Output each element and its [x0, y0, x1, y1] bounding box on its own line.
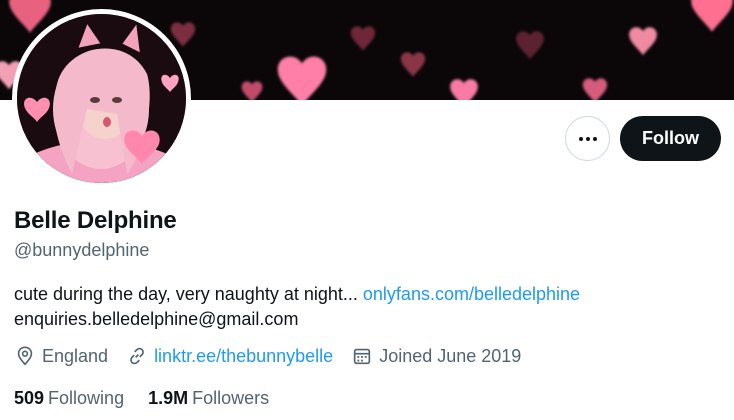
location-item: England: [14, 345, 108, 367]
avatar-image: [17, 14, 186, 183]
followers-count: 1.9M: [148, 388, 189, 408]
more-horizontal-icon-dot2: [585, 136, 590, 141]
more-horizontal-icon: [578, 136, 583, 141]
calendar-icon: [354, 348, 371, 365]
profile-bio: cute during the day, very naughty at nig…: [14, 282, 580, 332]
joined-item: Joined June 2019: [351, 345, 521, 367]
user-handle: @bunnydelphine: [14, 240, 150, 260]
follow-stats: 509 Following 1.9M Followers: [14, 388, 293, 409]
joined-text: Joined June 2019: [379, 345, 522, 366]
display-name: Belle Delphine: [14, 207, 177, 234]
followers-stat[interactable]: 1.9M Followers: [148, 388, 269, 409]
website-item: linktr.ee/thebunnybelle: [126, 345, 333, 367]
more-options-button[interactable]: [565, 116, 610, 161]
following-label: Following: [48, 388, 125, 408]
profile-avatar[interactable]: [12, 9, 191, 188]
more-horizontal-icon-dot3: [592, 136, 597, 141]
following-count: 509: [14, 388, 45, 408]
follow-button[interactable]: Follow: [620, 116, 721, 161]
profile-meta: England linktr.ee/thebunnybelle Joined J…: [14, 345, 539, 367]
following-stat[interactable]: 509 Following: [14, 388, 124, 409]
bio-link[interactable]: onlyfans.com/belledelphine: [363, 284, 580, 304]
followers-label: Followers: [192, 388, 270, 408]
location-text: England: [42, 345, 109, 366]
website-link[interactable]: linktr.ee/thebunnybelle: [154, 346, 333, 367]
bio-email: enquiries.belledelphine@gmail.com: [14, 309, 299, 329]
bio-text: cute during the day, very naughty at nig…: [14, 284, 358, 304]
link-icon: [130, 347, 144, 365]
location-pin-icon: [17, 346, 33, 366]
